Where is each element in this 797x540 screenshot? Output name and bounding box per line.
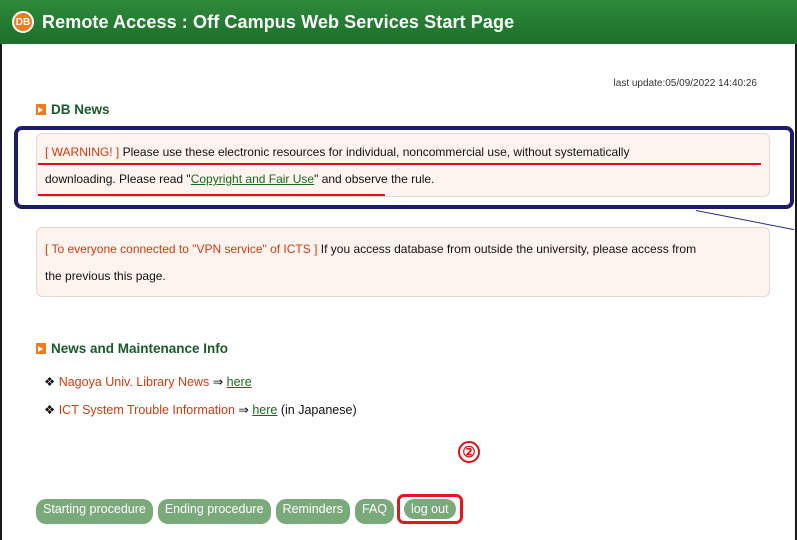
vpn-line-2: the previous this page. [45, 269, 166, 283]
db-logo-icon: DB [12, 11, 34, 33]
list-item: ❖ ICT System Trouble Information ⇒ here … [44, 402, 357, 417]
section-bullet-icon [36, 343, 46, 354]
vpn-line-1: [ To everyone connected to "VPN service"… [45, 236, 761, 263]
vpn-text-1: If you access database from outside the … [317, 242, 697, 256]
japanese-note: (in Japanese) [277, 403, 357, 417]
db-news-title: DB News [51, 102, 110, 117]
page-header: DB Remote Access : Off Campus Web Servic… [0, 0, 797, 44]
maintenance-title: News and Maintenance Info [51, 341, 229, 356]
reminders-button[interactable]: Reminders [275, 499, 350, 524]
maintenance-heading: News and Maintenance Info [36, 341, 228, 356]
arrow-text: ⇒ [209, 375, 227, 389]
ict-trouble-link[interactable]: here [252, 403, 277, 417]
highlight-annotation-frame [14, 126, 794, 209]
logout-button[interactable]: log out [403, 499, 456, 519]
ending-procedure-button[interactable]: Ending procedure [157, 499, 271, 524]
faq-button[interactable]: FAQ [354, 499, 394, 524]
bottom-nav: Starting procedure Ending procedure Remi… [36, 494, 463, 524]
last-update: last update:05/09/2022 14:40:26 [613, 78, 757, 89]
logout-highlight: log out [396, 494, 463, 524]
starting-procedure-button[interactable]: Starting procedure [36, 499, 153, 524]
db-news-heading: DB News [36, 102, 110, 117]
diamond-bullet-icon: ❖ [44, 403, 56, 417]
ict-trouble-label: ICT System Trouble Information [58, 403, 235, 417]
list-item: ❖ Nagoya Univ. Library News ⇒ here [44, 374, 252, 389]
section-bullet-icon [36, 104, 46, 115]
vpn-news-box: [ To everyone connected to "VPN service"… [36, 227, 770, 297]
library-news-link[interactable]: here [227, 375, 252, 389]
vpn-tag: [ To everyone connected to "VPN service"… [45, 242, 318, 256]
annotation-number-badge: ② [458, 441, 480, 463]
diamond-bullet-icon: ❖ [44, 375, 56, 389]
library-news-label: Nagoya Univ. Library News [58, 375, 210, 389]
page-title: Remote Access : Off Campus Web Services … [42, 11, 515, 32]
arrow-text: ⇒ [234, 403, 253, 417]
